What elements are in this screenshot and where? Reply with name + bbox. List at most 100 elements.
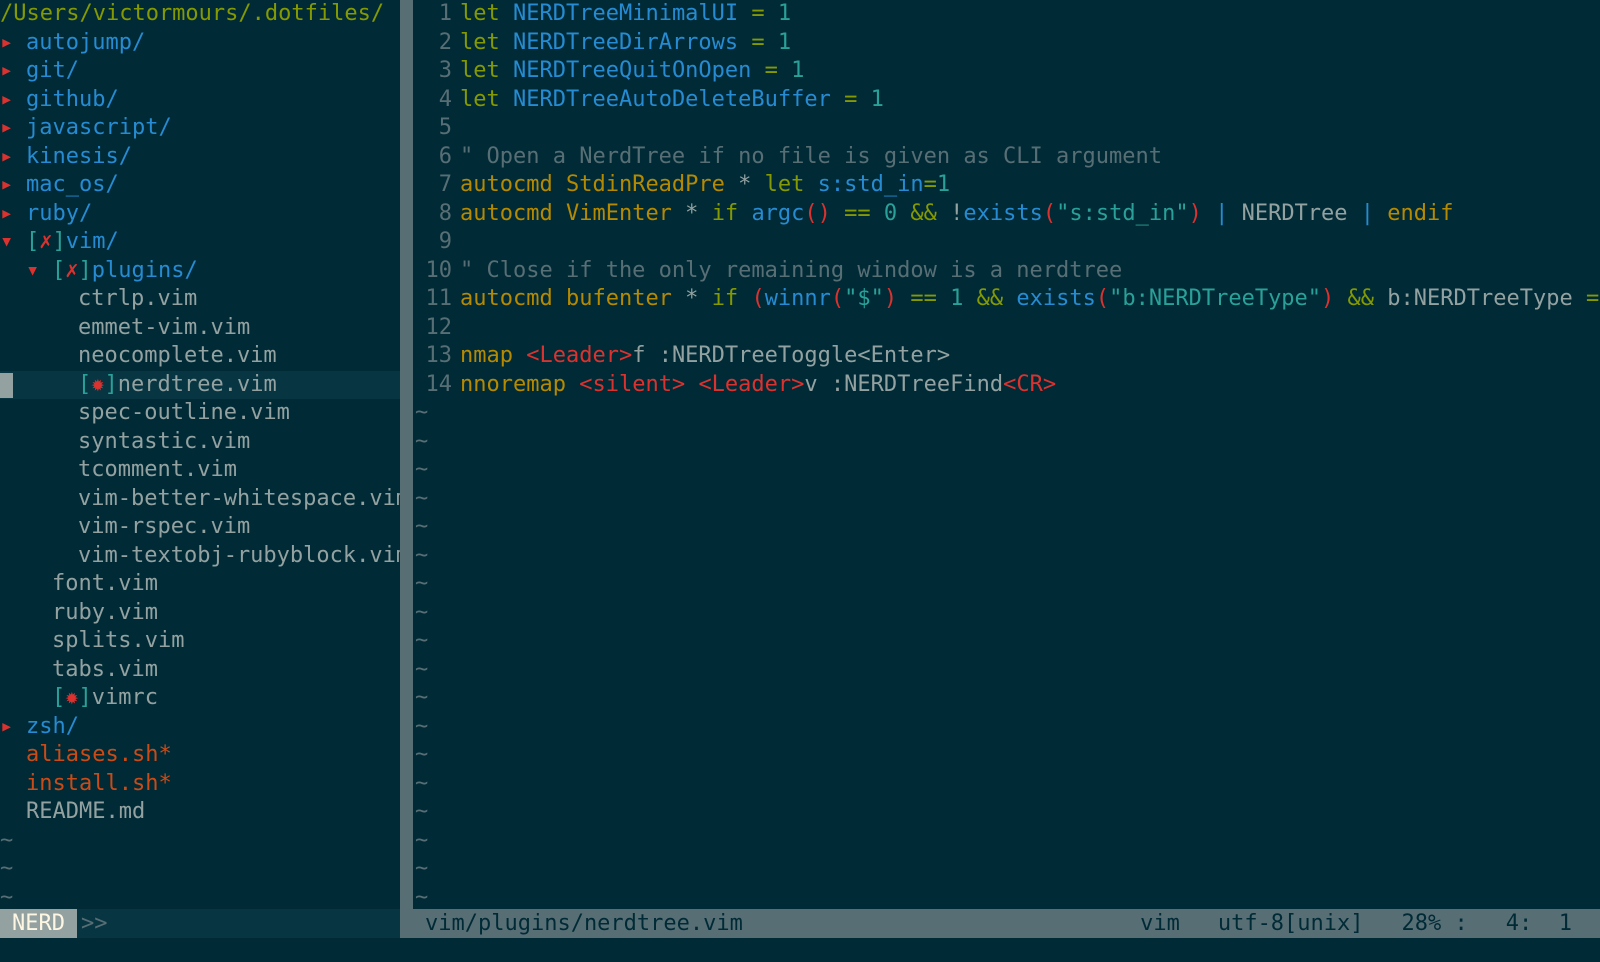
tree-item-name[interactable]: vim-rspec.vim [78, 514, 250, 539]
tree-folder[interactable]: ▸ mac_os/ [0, 171, 400, 200]
code-line[interactable]: 6 " Open a NerdTree if no file is given a… [413, 143, 1600, 172]
tree-folder[interactable]: ▸ zsh/ [0, 713, 400, 742]
code-line[interactable]: 4 let NERDTreeAutoDeleteBuffer = 1 [413, 86, 1600, 115]
tree-file[interactable]: vim-better-whitespace.vim [0, 485, 400, 514]
empty-line-tilde: ~ [415, 514, 429, 539]
tree-item-name[interactable]: tabs.vim [52, 657, 158, 682]
tree-file[interactable]: ruby.vim [0, 599, 400, 628]
empty-line-tilde: ~ [0, 884, 14, 910]
tree-folder[interactable]: ▾ [✗]plugins/ [0, 257, 400, 286]
tree-file[interactable]: font.vim [0, 570, 400, 599]
code-line[interactable]: 9 [413, 228, 1600, 257]
tree-folder[interactable]: ▸ kinesis/ [0, 143, 400, 172]
code-token: * [671, 286, 712, 311]
tree-item-name[interactable]: plugins/ [92, 258, 198, 283]
tree-item-name[interactable]: mac_os/ [26, 172, 119, 197]
tree-item-name[interactable]: nerdtree.vim [118, 372, 277, 397]
code-token: = [751, 58, 792, 83]
code-line[interactable]: 12 [413, 314, 1600, 343]
code-line[interactable]: 5 [413, 114, 1600, 143]
empty-line-tilde: ~ [415, 599, 429, 625]
tree-folder[interactable]: ▸ autojump/ [0, 29, 400, 58]
code-line[interactable]: 1 let NERDTreeMinimalUI = 1 [413, 0, 1600, 29]
tree-item-name[interactable]: autojump/ [26, 30, 145, 55]
tree-file[interactable]: ctrlp.vim [0, 285, 400, 314]
code-line[interactable]: 11 autocmd bufenter * if (winnr("$") == 1… [413, 285, 1600, 314]
code-lines[interactable]: 1 let NERDTreeMinimalUI = 1 2 let NERDTreeD… [413, 0, 1600, 399]
tree-item-name[interactable]: vim-better-whitespace.vim [78, 486, 400, 511]
tree-item-name[interactable]: vimrc [92, 685, 158, 710]
git-dirty-badge: [✗] [52, 258, 92, 283]
tree-item-name[interactable]: aliases.sh* [26, 742, 172, 767]
expanded-arrow-icon[interactable]: ▾ [0, 228, 26, 257]
tree-item-name[interactable]: ruby/ [26, 201, 92, 226]
line-number: 5 [438, 115, 452, 140]
code-line[interactable]: 8 autocmd VimEnter * if argc() == 0 && !e… [413, 200, 1600, 229]
tree-file[interactable]: tabs.vim [0, 656, 400, 685]
code-line[interactable]: 10 " Close if the only remaining window i… [413, 257, 1600, 286]
tree-file[interactable]: vim-rspec.vim [0, 513, 400, 542]
tree-file[interactable]: aliases.sh* [0, 741, 400, 770]
tree-folder[interactable]: ▾ [✗]vim/ [0, 228, 400, 257]
tree-folder[interactable]: ▸ ruby/ [0, 200, 400, 229]
tree-item-name[interactable]: emmet-vim.vim [78, 315, 250, 340]
tree-file[interactable]: spec-outline.vim [0, 399, 400, 428]
tree-item-name[interactable]: ctrlp.vim [78, 286, 197, 311]
status-filetype: vim [1140, 911, 1180, 936]
editor-pane[interactable]: 1 let NERDTreeMinimalUI = 1 2 let NERDTreeD… [413, 0, 1600, 909]
tree-root-path[interactable]: /Users/victormours/.dotfiles/ [0, 0, 400, 29]
code-line[interactable]: 2 let NERDTreeDirArrows = 1 [413, 29, 1600, 58]
tree-item-name[interactable]: neocomplete.vim [78, 343, 277, 368]
tree-folder[interactable]: ▸ javascript/ [0, 114, 400, 143]
code-token: NERDTreeDirArrows [513, 29, 739, 55]
tree-item-name[interactable]: tcomment.vim [78, 457, 237, 482]
collapsed-arrow-icon[interactable]: ▸ [0, 200, 26, 229]
collapsed-arrow-icon[interactable]: ▸ [0, 57, 26, 86]
tree-file[interactable]: tcomment.vim [0, 456, 400, 485]
tree-folder[interactable]: ▸ git/ [0, 57, 400, 86]
line-number: 12 [425, 314, 453, 340]
tree-item-name[interactable]: ruby.vim [52, 600, 158, 625]
tree-item-name[interactable]: vim/ [66, 229, 119, 254]
code-line[interactable]: 3 let NERDTreeQuitOnOpen = 1 [413, 57, 1600, 86]
tree-file[interactable]: neocomplete.vim [0, 342, 400, 371]
tree-item-name[interactable]: github/ [26, 87, 119, 112]
tree-item-name[interactable]: vim-textobj-rubyblock.vim [78, 543, 400, 568]
empty-line-tilde: ~ [0, 827, 14, 853]
code-line[interactable]: 14 nnoremap <silent> <Leader>v :NERDTreeF… [413, 371, 1600, 400]
tree-item-name[interactable]: install.sh* [26, 771, 172, 796]
tree-item-name[interactable]: zsh/ [26, 714, 79, 739]
code-token: v :NERDTreeFind [804, 371, 1004, 397]
expanded-arrow-icon[interactable]: ▾ [26, 257, 52, 286]
code-token: NERDTree [1241, 200, 1348, 226]
collapsed-arrow-icon[interactable]: ▸ [0, 143, 26, 172]
tree-item-name[interactable]: splits.vim [52, 628, 184, 653]
code-line[interactable]: 13 nmap <Leader>f :NERDTreeToggle<Enter> [413, 342, 1600, 371]
window-split-divider[interactable] [400, 0, 413, 909]
tree-item-name[interactable]: spec-outline.vim [78, 400, 290, 425]
tree-item-name[interactable]: git/ [26, 58, 79, 83]
tree-file[interactable]: [✹]vimrc [0, 684, 400, 713]
tree-file[interactable]: syntastic.vim [0, 428, 400, 457]
tree-file[interactable]: emmet-vim.vim [0, 314, 400, 343]
tree-file[interactable]: [✹]nerdtree.vim [0, 370, 400, 399]
tree-file[interactable]: README.md [0, 798, 400, 827]
tree-item-name[interactable]: kinesis/ [26, 144, 132, 169]
tree-item-name[interactable]: README.md [26, 799, 145, 824]
tree-file[interactable]: vim-textobj-rubyblock.vim [0, 542, 400, 571]
collapsed-arrow-icon[interactable]: ▸ [0, 114, 26, 143]
collapsed-arrow-icon[interactable]: ▸ [0, 86, 26, 115]
collapsed-arrow-icon[interactable]: ▸ [0, 713, 26, 742]
tree-item-name[interactable]: font.vim [52, 571, 158, 596]
empty-line-tilde: ~ [415, 856, 429, 881]
tree-file[interactable]: install.sh* [0, 770, 400, 799]
code-line[interactable]: 7 autocmd StdinReadPre * let s:std_in=1 [413, 171, 1600, 200]
code-token: autocmd [460, 286, 553, 311]
collapsed-arrow-icon[interactable]: ▸ [0, 171, 26, 200]
tree-folder[interactable]: ▸ github/ [0, 86, 400, 115]
tree-file[interactable]: splits.vim [0, 627, 400, 656]
tree-item-name[interactable]: syntastic.vim [78, 429, 250, 454]
collapsed-arrow-icon[interactable]: ▸ [0, 29, 26, 58]
tree-item-name[interactable]: javascript/ [26, 115, 172, 140]
